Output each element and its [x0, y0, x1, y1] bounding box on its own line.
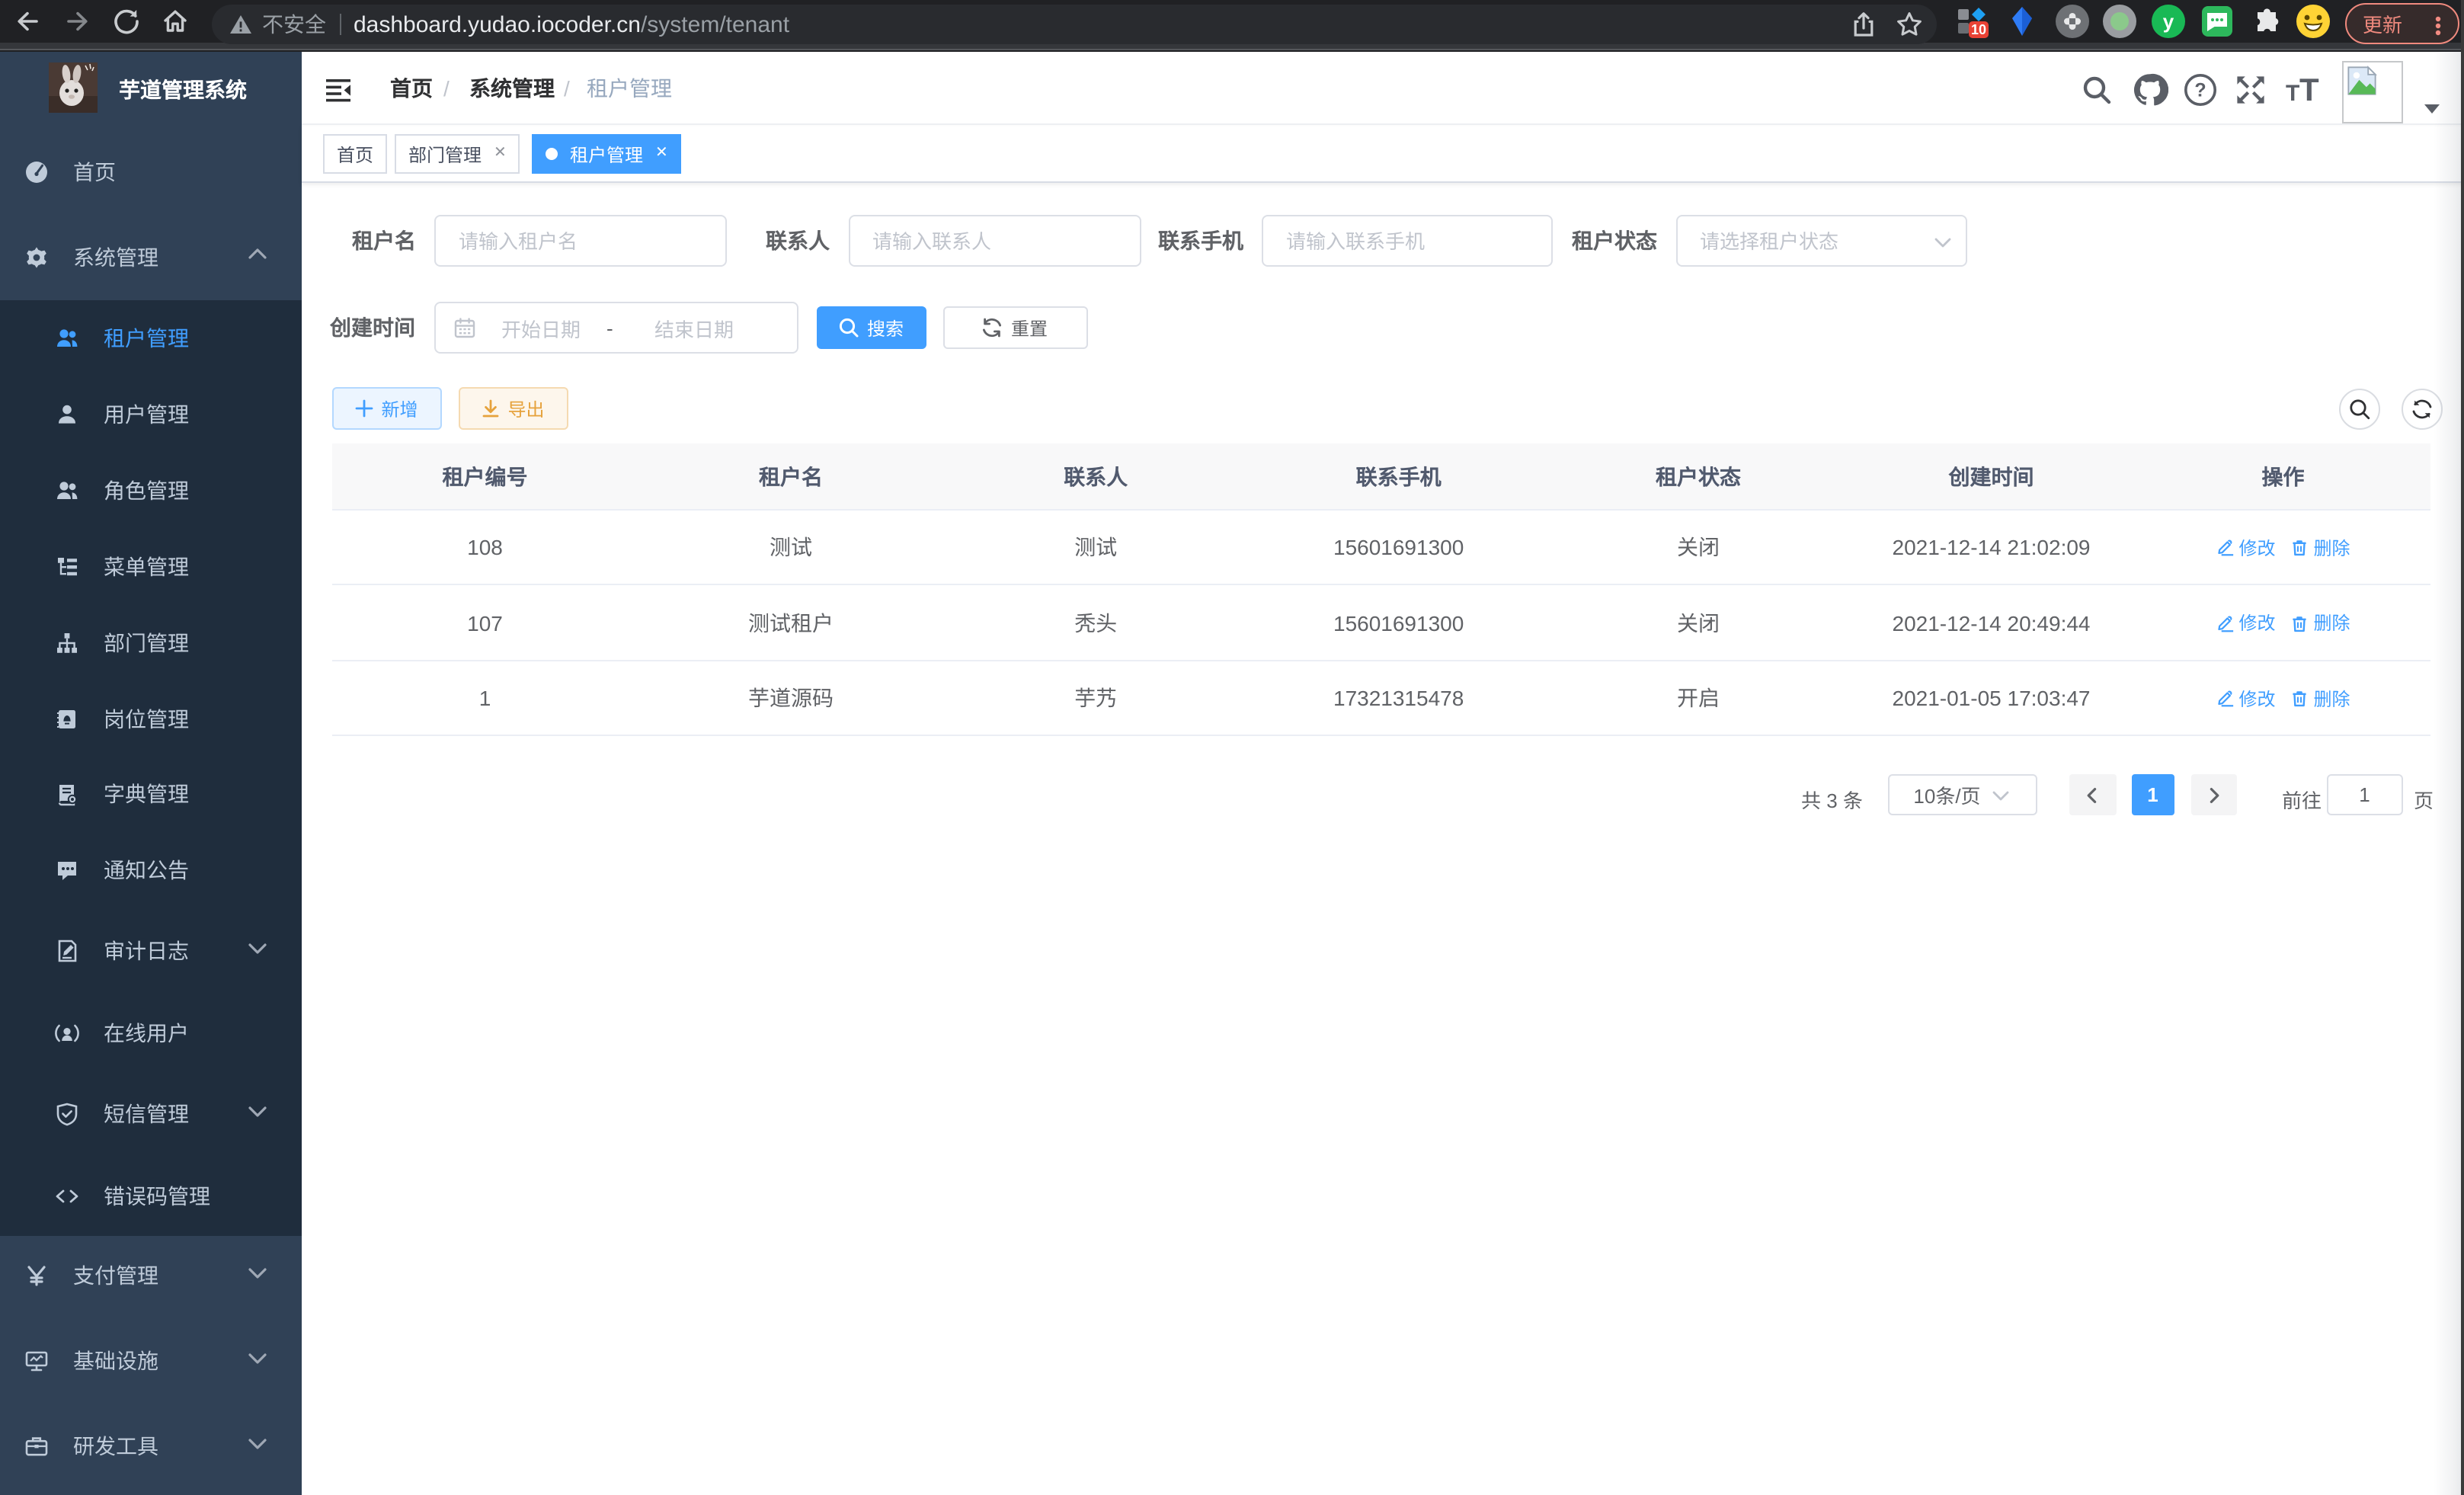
svg-text:y: y — [2163, 10, 2174, 33]
svg-text:?: ? — [2194, 79, 2206, 101]
svg-text:T: T — [2299, 72, 2319, 107]
svg-text:10: 10 — [1971, 22, 1986, 37]
svg-text:T: T — [2286, 81, 2299, 106]
